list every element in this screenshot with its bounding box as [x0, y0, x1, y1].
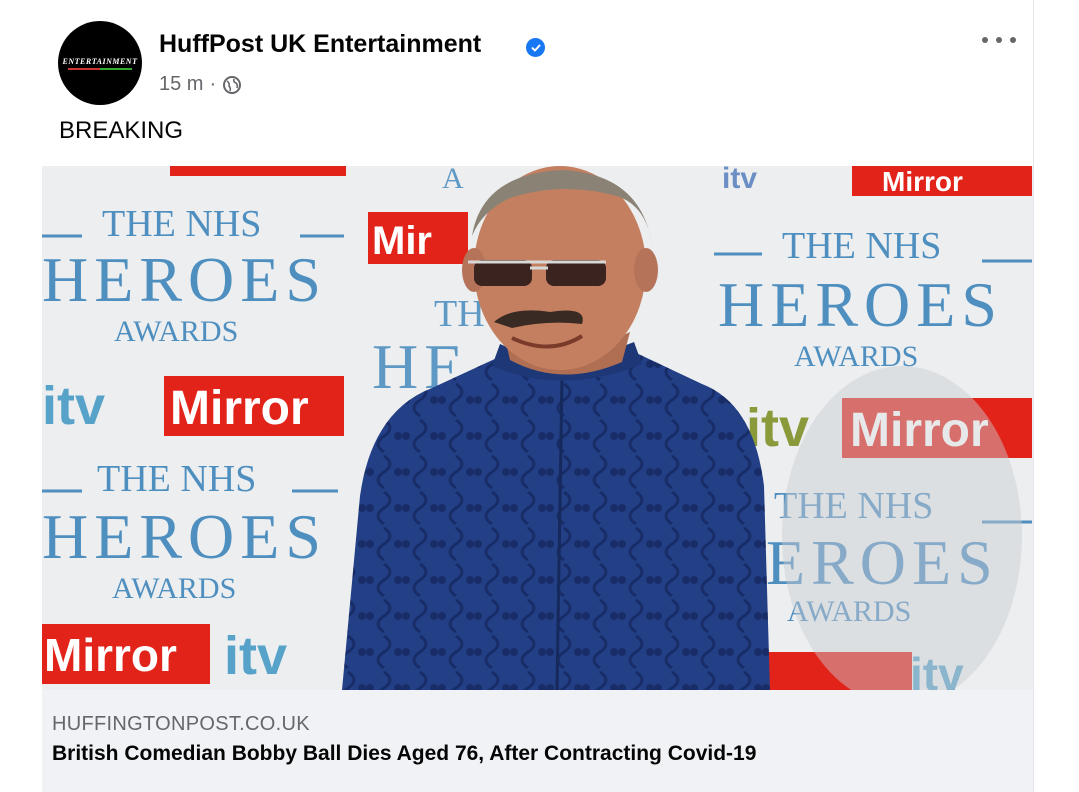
more-options-icon[interactable]	[982, 30, 1016, 50]
globe-icon	[222, 75, 242, 95]
svg-text:AWARDS: AWARDS	[112, 572, 236, 605]
verified-check-icon	[526, 38, 545, 57]
post-header: ENTERTAINMENT HuffPost UK Entertainment …	[42, 0, 1033, 166]
backdrop-heroes: HEROES	[42, 244, 327, 315]
more-dot	[1010, 37, 1016, 43]
link-headline[interactable]: British Comedian Bobby Ball Dies Aged 76…	[52, 742, 756, 766]
link-preview[interactable]: HUFFINGTONPOST.CO.UK British Comedian Bo…	[42, 690, 1033, 792]
svg-text:HEROES: HEROES	[42, 501, 327, 572]
post-timestamp[interactable]: 15 m	[159, 73, 203, 96]
post-meta: 15 m ·	[159, 73, 242, 96]
backdrop-mirror-text: Mirror	[882, 166, 963, 197]
feed-post: ENTERTAINMENT HuffPost UK Entertainment …	[42, 0, 1033, 792]
avatar-logo-text: ENTERTAINMENT	[62, 56, 138, 66]
avatar-logo-bar	[68, 67, 132, 70]
svg-text:itv: itv	[224, 626, 287, 686]
post-text: BREAKING	[59, 117, 184, 144]
page-left-margin	[0, 0, 42, 792]
meta-separator: ·	[209, 73, 217, 95]
svg-text:Mir: Mir	[372, 219, 432, 263]
backdrop-mirror-logo	[170, 166, 346, 176]
svg-text:HEROES: HEROES	[718, 269, 1003, 340]
backdrop-awards: AWARDS	[114, 315, 238, 348]
svg-text:Mirror: Mirror	[170, 382, 309, 435]
more-dot	[982, 37, 988, 43]
post-photo[interactable]: Mirror itv THE NHS HEROES AWARDS Mir itv…	[42, 166, 1033, 690]
more-dot	[996, 37, 1002, 43]
backdrop-itv-text: itv	[722, 166, 757, 195]
svg-text:TH: TH	[434, 293, 485, 335]
svg-text:A: A	[442, 166, 464, 195]
page-right-margin	[1033, 0, 1079, 792]
svg-text:THE NHS: THE NHS	[782, 225, 941, 267]
svg-text:Mirror: Mirror	[44, 629, 177, 681]
svg-text:itv: itv	[42, 376, 105, 436]
page-avatar[interactable]: ENTERTAINMENT	[58, 21, 142, 105]
link-domain: HUFFINGTONPOST.CO.UK	[52, 713, 310, 735]
backdrop-the-nhs: THE NHS	[102, 203, 261, 245]
page-name-link[interactable]: HuffPost UK Entertainment	[159, 30, 481, 59]
photo-illustration: Mirror itv THE NHS HEROES AWARDS Mir itv…	[42, 166, 1033, 690]
svg-text:THE NHS: THE NHS	[97, 458, 256, 500]
